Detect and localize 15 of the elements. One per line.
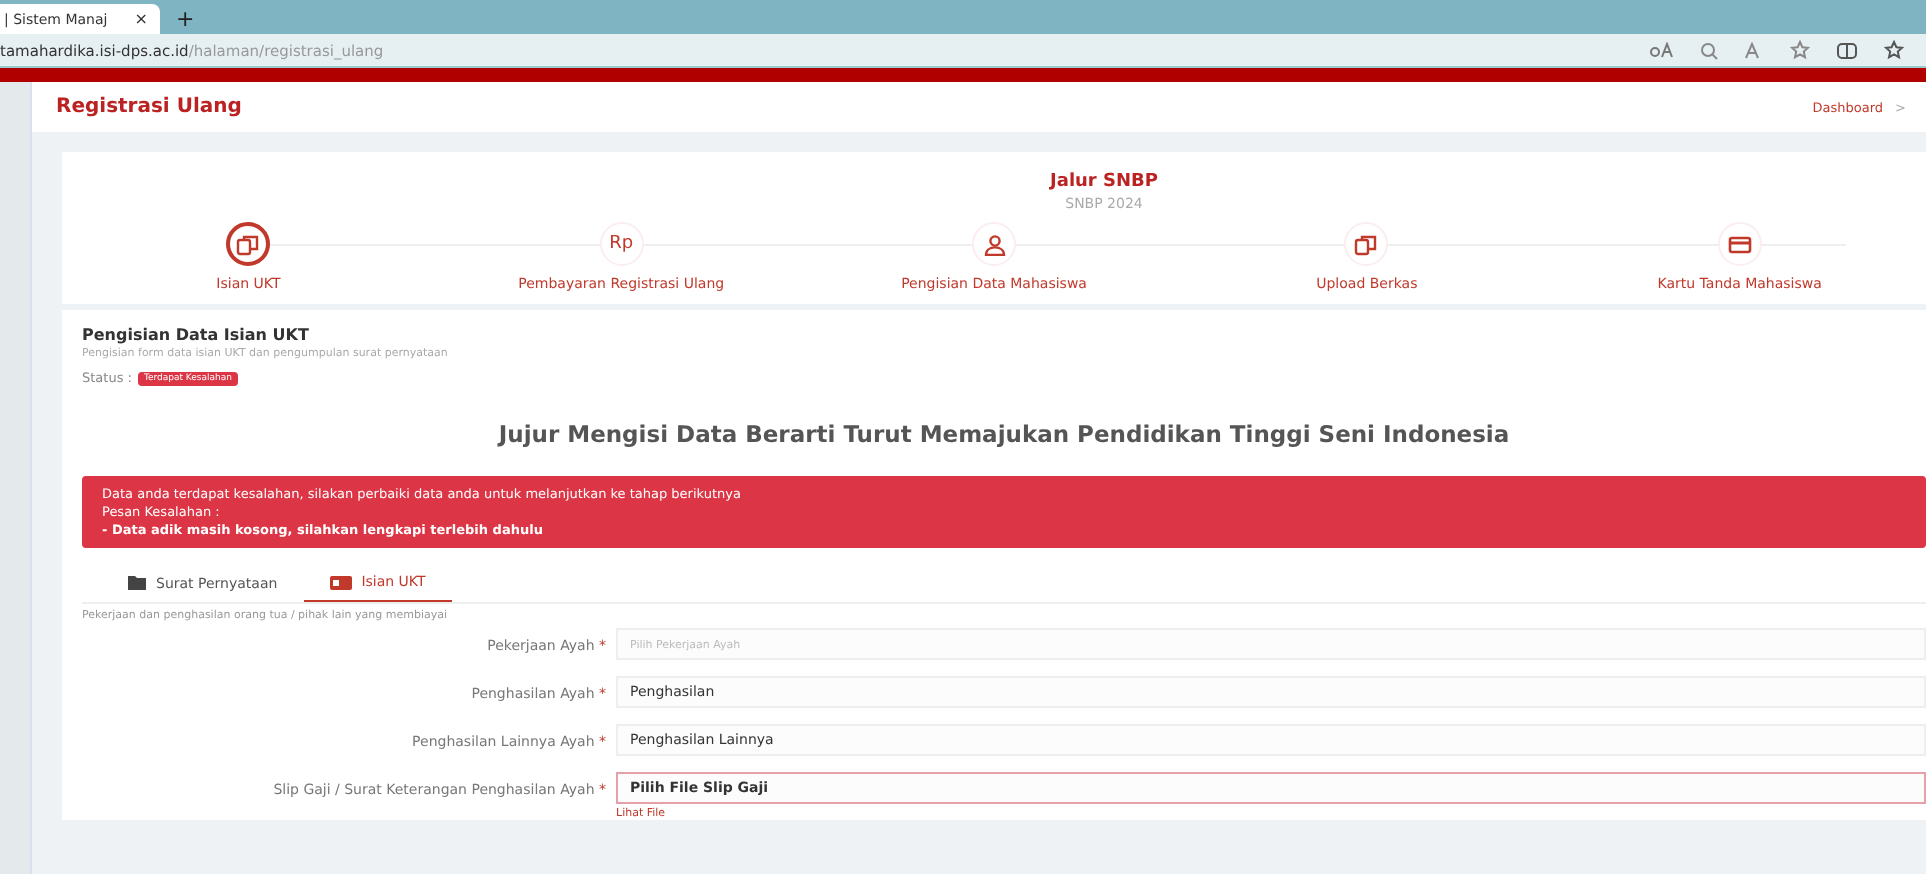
track-title: Jalur SNBP [1050,172,1158,192]
zoom-icon[interactable] [1700,41,1718,59]
new-tab-button[interactable]: + [176,4,195,34]
favorites-icon[interactable] [1884,40,1906,60]
split-screen-icon[interactable] [1836,41,1858,59]
read-aloud-icon[interactable] [1650,42,1674,58]
step-icon[interactable]: Rp [599,222,644,266]
font-icon[interactable] [1744,41,1764,59]
page-title: Registrasi Ulang [56,96,242,118]
card-icon [329,575,352,589]
step-icon[interactable] [226,222,271,266]
folder-icon [128,576,146,590]
section-title: Pengisian Data Isian UKT [82,326,311,344]
headline: Jujur Mengisi Data Berarti Turut Memajukan Pendidikan Tinggi Seni Indonesia [495,420,1512,448]
star-icon[interactable] [1790,40,1810,60]
